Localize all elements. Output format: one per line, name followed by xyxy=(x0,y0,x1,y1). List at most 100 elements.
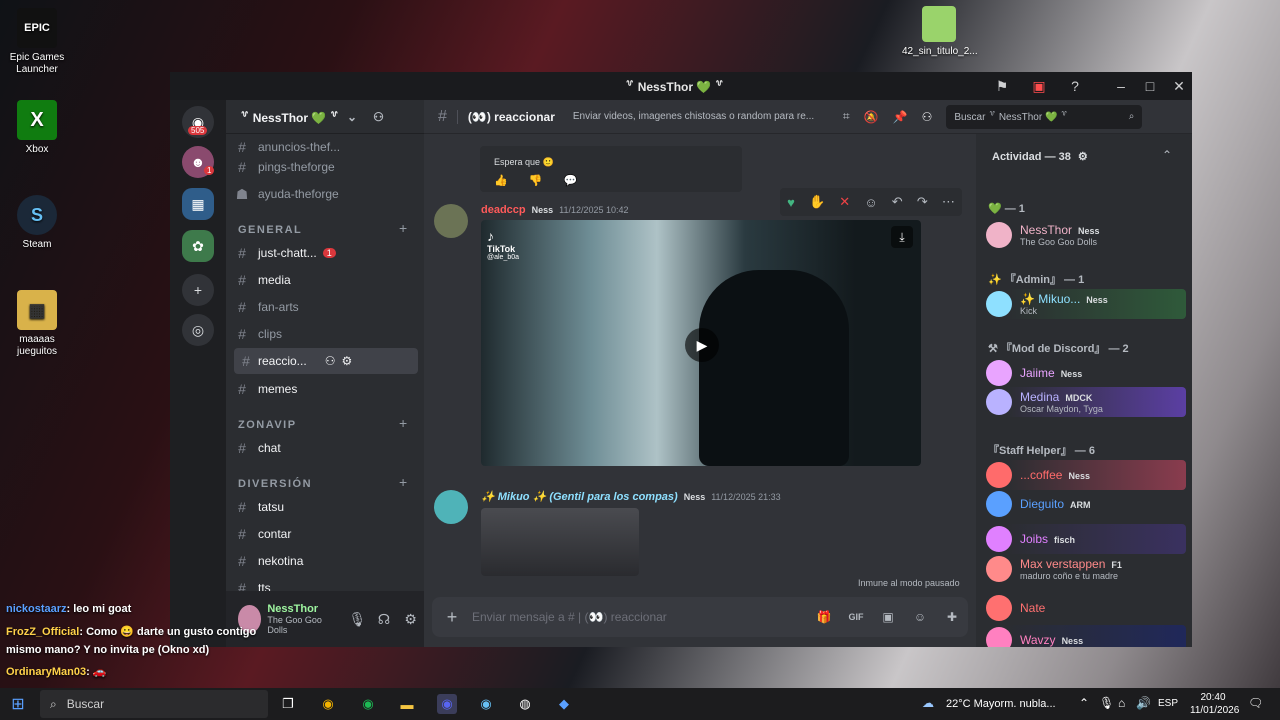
add-channel-icon[interactable]: + xyxy=(399,474,407,490)
server-icon-2[interactable]: ✿ xyxy=(182,230,214,262)
member-item[interactable]: ...coffee Ness xyxy=(986,460,1186,490)
message-input[interactable]: Enviar mensaje a # | (👀) reaccionar xyxy=(472,610,808,624)
channel-clips[interactable]: # clips xyxy=(226,321,424,347)
obs-icon[interactable]: ◍ xyxy=(515,694,535,714)
add-reaction-icon[interactable]: ☺ xyxy=(864,195,877,210)
member-item[interactable]: Jaiime Ness xyxy=(986,358,1186,388)
volume-icon[interactable]: 🔊 xyxy=(1136,696,1151,710)
add-channel-icon[interactable]: + xyxy=(399,220,407,236)
channel-memes[interactable]: # memes xyxy=(226,376,424,402)
weather-text[interactable]: 22°C Mayorm. nubla... xyxy=(946,698,1056,710)
server-header[interactable]: ꒷ NessThor 💚 ꒷ ⌄ ⚇ xyxy=(226,100,424,134)
taskbar-search[interactable]: ⌕ Buscar xyxy=(40,690,268,718)
forward-icon[interactable]: ↷ xyxy=(917,194,928,210)
download-icon[interactable]: ⤓ xyxy=(891,226,913,248)
close-icon[interactable]: ✕ xyxy=(1170,77,1188,95)
channel-media[interactable]: # media xyxy=(226,267,424,293)
reply-icon[interactable]: ↶ xyxy=(892,194,903,210)
reaction-fire-icon[interactable]: ✋ xyxy=(809,194,825,210)
category-zonavip[interactable]: ZONAVIP xyxy=(238,419,297,431)
language-indicator[interactable]: ESP xyxy=(1158,698,1178,709)
message-author[interactable]: ✨ Mikuo ✨ (Gentil para los compas) xyxy=(481,490,678,503)
channel-just-chatting[interactable]: # just-chatt... 1 xyxy=(226,240,424,266)
avatar[interactable] xyxy=(434,204,468,238)
desktop-icon-epic[interactable]: EPIC Epic Games Launcher xyxy=(2,8,72,76)
settings-icon[interactable]: ⚙ xyxy=(397,611,424,628)
discord-taskbar-icon[interactable]: ◉ xyxy=(437,694,457,714)
mute-bell-icon[interactable]: 🔕 xyxy=(864,110,879,124)
tray-chevron-icon[interactable]: ⌃ xyxy=(1079,696,1089,710)
message-author[interactable]: deadccp xyxy=(481,204,526,216)
sticker-icon[interactable]: ▣ xyxy=(872,610,904,624)
channel-nekotina[interactable]: # nekotina xyxy=(226,548,424,574)
channel-fan-arts[interactable]: # fan-arts xyxy=(226,294,424,320)
server-folder[interactable]: ▦ xyxy=(182,188,214,220)
channel-chat[interactable]: # chat xyxy=(226,435,424,461)
channel-ayuda[interactable]: ☗ ayuda-theforge xyxy=(226,181,424,207)
channel-tatsu[interactable]: # tatsu xyxy=(226,494,424,520)
notification-icon[interactable]: 🗨 xyxy=(1248,696,1263,710)
comment-icon[interactable]: 💬 xyxy=(564,175,578,187)
desktop-icon-steam[interactable]: S Steam xyxy=(2,195,72,251)
video-embed[interactable]: ♪ TikTok @ale_b0a ⤓ ▶ xyxy=(481,220,921,466)
add-attachment-icon[interactable]: + xyxy=(432,607,472,628)
channel-topic[interactable]: Enviar videos, imagenes chistosas o rand… xyxy=(573,111,829,122)
category-diversion[interactable]: DIVERSIÓN xyxy=(238,478,312,490)
gift-icon[interactable]: 🎁 xyxy=(808,610,840,624)
pin-icon[interactable]: 📌 xyxy=(893,110,908,124)
member-item[interactable]: Max verstappen F1 maduro coño e tu madre xyxy=(986,554,1186,584)
record-icon[interactable]: ▣ xyxy=(1030,77,1048,95)
headphones-icon[interactable]: ☊ xyxy=(371,611,398,628)
inbox-flag-icon[interactable]: ⚑ xyxy=(993,77,1011,95)
avatar[interactable] xyxy=(434,490,468,524)
clock[interactable]: 20:40 11/01/2026 xyxy=(1190,691,1239,717)
mic-tray-icon[interactable]: 🎙 xyxy=(1099,696,1114,710)
more-icon[interactable]: ⋯ xyxy=(942,194,955,210)
desktop-icon-folder[interactable]: ▦ maaaas jueguitos xyxy=(2,290,72,358)
members-icon[interactable]: ⚇ xyxy=(922,110,933,124)
windows-start-icon[interactable]: ⊞ xyxy=(8,694,28,714)
thumbs-up-icon[interactable]: 👍 xyxy=(494,175,508,187)
help-icon[interactable]: ? xyxy=(1066,77,1084,95)
member-item[interactable]: Joibs fisch xyxy=(986,524,1186,554)
network-icon[interactable]: ⌂ xyxy=(1118,696,1125,710)
file-explorer-icon[interactable]: ▬ xyxy=(397,694,417,714)
maximize-icon[interactable]: □ xyxy=(1141,77,1159,95)
explore-icon[interactable]: ◎ xyxy=(182,314,214,346)
message-composer[interactable]: + Enviar mensaje a # | (👀) reaccionar 🎁 … xyxy=(432,597,968,637)
steam-taskbar-icon[interactable]: ◉ xyxy=(476,694,496,714)
member-item[interactable]: Medina MDCK Oscar Maydon, Tyga xyxy=(986,387,1186,417)
add-channel-icon[interactable]: + xyxy=(399,415,407,431)
channel-tts[interactable]: # tts xyxy=(226,575,424,591)
spotify-icon[interactable]: ◉ xyxy=(358,694,378,714)
collapse-icon[interactable]: ⌃ xyxy=(1162,148,1172,162)
desktop-file-top[interactable]: 42_sin_titulo_2... xyxy=(902,6,978,58)
threads-icon[interactable]: ⌗ xyxy=(843,109,850,124)
member-item[interactable]: Wavzy Ness xyxy=(986,625,1186,647)
channel-pings[interactable]: # pings-theforge xyxy=(226,154,424,180)
minimize-icon[interactable]: – xyxy=(1112,77,1130,95)
gear-icon[interactable]: ⚙ xyxy=(341,354,352,368)
category-general[interactable]: GENERAL xyxy=(238,224,302,236)
emoji-icon[interactable]: ☺ xyxy=(904,610,936,624)
desktop-icon-xbox[interactable]: X Xbox xyxy=(2,100,72,156)
member-item[interactable]: ✨ Mikuo... Ness Kick xyxy=(986,289,1186,319)
add-member-icon[interactable]: ⚇ xyxy=(325,354,336,368)
channel-contar[interactable]: # contar xyxy=(226,521,424,547)
reaction-heart-icon[interactable]: ♥ xyxy=(787,195,795,210)
task-view-icon[interactable]: ❐ xyxy=(278,694,298,714)
search-input[interactable]: Buscar ꒷ NessThor 💚 ꒷ ⌕ xyxy=(946,104,1143,129)
play-icon[interactable]: ▶ xyxy=(685,328,719,362)
app-icon[interactable]: ◆ xyxy=(554,694,574,714)
member-item[interactable]: Nate xyxy=(986,593,1186,623)
reaction-x-icon[interactable]: ✕ xyxy=(839,194,850,210)
channel-reaccionar[interactable]: # reaccio... ⚇ ⚙ xyxy=(234,348,418,374)
gear-icon[interactable]: ⚙ xyxy=(1078,151,1088,163)
thumbs-down-icon[interactable]: 👎 xyxy=(529,175,543,187)
image-attachment[interactable] xyxy=(481,508,639,576)
apps-icon[interactable]: ✚ xyxy=(936,610,968,624)
member-item[interactable]: NessThor Ness The Goo Goo Dolls xyxy=(986,220,1186,250)
add-server-icon[interactable]: + xyxy=(182,274,214,306)
chrome-icon[interactable]: ◉ xyxy=(318,694,338,714)
mic-icon[interactable]: 🎙 xyxy=(344,611,371,628)
